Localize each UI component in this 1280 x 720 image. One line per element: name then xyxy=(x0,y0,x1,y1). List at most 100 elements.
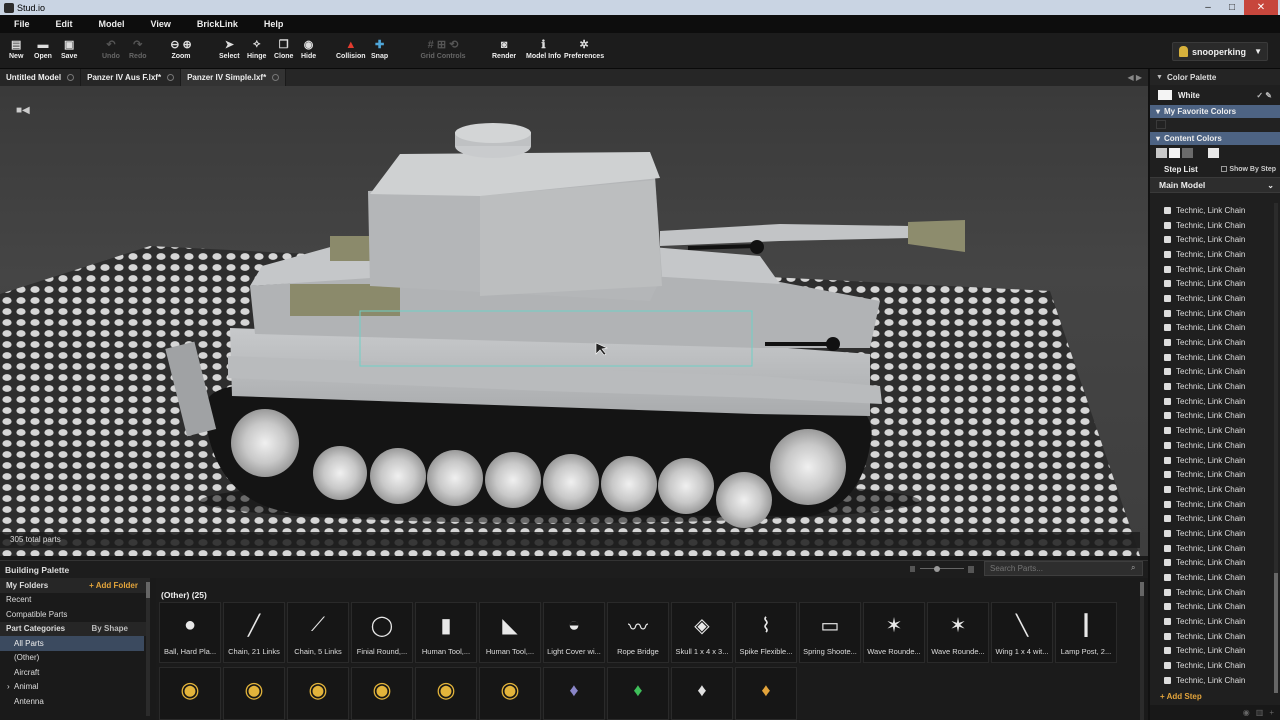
tab-untitled-model[interactable]: Untitled Model xyxy=(0,69,82,86)
menu-bricklink[interactable]: BrickLink xyxy=(197,19,238,29)
part-card[interactable]: ⌇ Spike Flexible... xyxy=(735,602,797,663)
trash-icon[interactable]: ▥ xyxy=(1256,708,1264,717)
step-part-item[interactable]: Technic, Link Chain xyxy=(1150,585,1274,600)
menu-help[interactable]: Help xyxy=(264,19,284,29)
camera-icon[interactable]: ■◀ xyxy=(16,105,30,116)
step-part-item[interactable]: Technic, Link Chain xyxy=(1150,409,1274,424)
part-card[interactable]: ┃ Lamp Post, 2... xyxy=(1055,602,1117,663)
part-card[interactable]: ♦ xyxy=(671,667,733,720)
step-part-item[interactable]: Technic, Link Chain xyxy=(1150,423,1274,438)
eyedropper-icon[interactable]: ✓ ✎ xyxy=(1256,91,1272,100)
hinge-button[interactable]: ⟡ Hinge xyxy=(247,38,266,60)
select-button[interactable]: ➤ Select xyxy=(219,38,240,60)
part-card[interactable]: ╱ Chain, 21 Links xyxy=(223,602,285,663)
category-animal[interactable]: › Animal xyxy=(0,680,150,695)
search-icon[interactable]: ⌕ xyxy=(1131,563,1135,573)
content-colors-header[interactable]: ▾ Content Colors xyxy=(1150,132,1280,145)
recent-row[interactable]: Recent xyxy=(0,593,150,608)
render-button[interactable]: ◙ Render xyxy=(492,38,516,61)
current-color[interactable]: White ✓ ✎ xyxy=(1150,85,1280,105)
snap-button[interactable]: ✚ Snap xyxy=(371,38,388,60)
preferences-button[interactable]: ✲ Preferences xyxy=(564,38,604,60)
part-card[interactable]: ◒ Light Cover wi... xyxy=(543,602,605,663)
checkbox-icon[interactable] xyxy=(1221,166,1228,172)
step-part-item[interactable]: Technic, Link Chain xyxy=(1150,556,1274,571)
step-part-item[interactable]: Technic, Link Chain xyxy=(1150,203,1274,218)
step-part-item[interactable]: Technic, Link Chain xyxy=(1150,438,1274,453)
step-part-item[interactable]: Technic, Link Chain xyxy=(1150,673,1274,688)
step-part-item[interactable]: Technic, Link Chain xyxy=(1150,600,1274,615)
color-swatch[interactable] xyxy=(1169,148,1180,158)
step-part-item[interactable]: Technic, Link Chain xyxy=(1150,453,1274,468)
part-card[interactable]: ╲ Wing 1 x 4 wit... xyxy=(991,602,1053,663)
tab-scroll-arrows-icon[interactable]: ◀ ▶ xyxy=(1127,73,1142,82)
my-favorite-colors-header[interactable]: ▾ My Favorite Colors xyxy=(1150,105,1280,118)
by-shape-toggle[interactable]: By Shape xyxy=(92,624,128,633)
maximize-icon[interactable]: □ xyxy=(1220,0,1244,15)
step-part-item[interactable]: Technic, Link Chain xyxy=(1150,232,1274,247)
step-part-item[interactable]: Technic, Link Chain xyxy=(1150,482,1274,497)
part-card[interactable]: ▮ Human Tool,... xyxy=(415,602,477,663)
add-icon[interactable]: + xyxy=(1269,708,1274,717)
step-part-item[interactable]: Technic, Link Chain xyxy=(1150,541,1274,556)
hide-button[interactable]: ◉ Hide xyxy=(301,38,316,60)
zoom-button[interactable]: ⊖ ⊕ Zoom xyxy=(166,38,196,60)
step-part-item[interactable]: Technic, Link Chain xyxy=(1150,511,1274,526)
step-part-item[interactable]: Technic, Link Chain xyxy=(1150,570,1274,585)
close-icon[interactable]: ✕ xyxy=(1244,0,1278,15)
clone-button[interactable]: ❐ Clone xyxy=(274,38,293,60)
part-card[interactable]: ✶ Wave Rounde... xyxy=(863,602,925,663)
step-part-item[interactable]: Technic, Link Chain xyxy=(1150,262,1274,277)
color-swatch[interactable] xyxy=(1208,148,1219,158)
step-part-item[interactable]: Technic, Link Chain xyxy=(1150,218,1274,233)
part-card[interactable]: ♦ xyxy=(543,667,605,720)
category-aircraft[interactable]: Aircraft xyxy=(0,665,150,680)
part-card[interactable]: ♦ xyxy=(607,667,669,720)
part-card[interactable]: ◈ Skull 1 x 4 x 3... xyxy=(671,602,733,663)
eye-icon[interactable]: ◉ xyxy=(1243,708,1250,717)
add-step-button[interactable]: + Add Step xyxy=(1150,689,1280,703)
step-part-item[interactable]: Technic, Link Chain xyxy=(1150,291,1274,306)
main-model-select[interactable]: Main Model ⌄ xyxy=(1150,177,1280,193)
step-part-item[interactable]: Technic, Link Chain xyxy=(1150,306,1274,321)
minimize-icon[interactable]: – xyxy=(1196,0,1220,15)
color-swatch[interactable] xyxy=(1156,148,1167,158)
category-other[interactable]: (Other) xyxy=(0,651,150,666)
part-card[interactable]: ▭ Spring Shoote... xyxy=(799,602,861,663)
compatible-parts-row[interactable]: Compatible Parts xyxy=(0,607,150,622)
show-by-step-toggle[interactable]: Show By Step xyxy=(1221,166,1276,173)
step-part-item[interactable]: Technic, Link Chain xyxy=(1150,379,1274,394)
slider-knob[interactable] xyxy=(934,566,940,572)
step-part-item[interactable]: Technic, Link Chain xyxy=(1150,467,1274,482)
tab-panzer-aus-f[interactable]: Panzer IV Aus F.lxf* xyxy=(81,69,182,86)
part-card[interactable]: ◉ xyxy=(159,667,221,720)
redo-button[interactable]: ↷ Redo xyxy=(129,38,147,60)
step-part-item[interactable]: Technic, Link Chain xyxy=(1150,321,1274,336)
part-card[interactable]: ✶ Wave Rounde... xyxy=(927,602,989,663)
color-swatch[interactable] xyxy=(1195,148,1206,158)
step-part-item[interactable]: Technic, Link Chain xyxy=(1150,247,1274,262)
collision-button[interactable]: ▲ Collision xyxy=(336,38,366,61)
step-part-item[interactable]: Technic, Link Chain xyxy=(1150,629,1274,644)
step-part-item[interactable]: Technic, Link Chain xyxy=(1150,365,1274,380)
part-card[interactable]: ◉ xyxy=(351,667,413,720)
step-part-item[interactable]: Technic, Link Chain xyxy=(1150,394,1274,409)
tab-close-icon[interactable] xyxy=(167,74,175,81)
save-button[interactable]: ▣ Save xyxy=(61,38,77,60)
part-card[interactable]: ◯ Finial Round,... xyxy=(351,602,413,663)
step-part-item[interactable]: Technic, Link Chain xyxy=(1150,350,1274,365)
part-card[interactable]: ◉ xyxy=(415,667,477,720)
part-card[interactable]: 〰 Rope Bridge xyxy=(607,602,669,663)
new-button[interactable]: ▤ New xyxy=(9,38,23,60)
search-parts-input[interactable] xyxy=(984,561,1143,576)
step-part-item[interactable]: Technic, Link Chain xyxy=(1150,497,1274,512)
step-part-item[interactable]: Technic, Link Chain xyxy=(1150,614,1274,629)
menu-model[interactable]: Model xyxy=(99,19,125,29)
add-folder-button[interactable]: + Add Folder xyxy=(89,581,138,590)
part-card[interactable]: ♦ xyxy=(735,667,797,720)
thumbnail-size-slider[interactable] xyxy=(910,566,974,573)
model-info-button[interactable]: ℹ Model Info xyxy=(526,38,561,60)
undo-button[interactable]: ↶ Undo xyxy=(102,38,120,60)
color-palette-header[interactable]: ▼ Color Palette xyxy=(1150,69,1280,85)
step-part-item[interactable]: Technic, Link Chain xyxy=(1150,658,1274,673)
